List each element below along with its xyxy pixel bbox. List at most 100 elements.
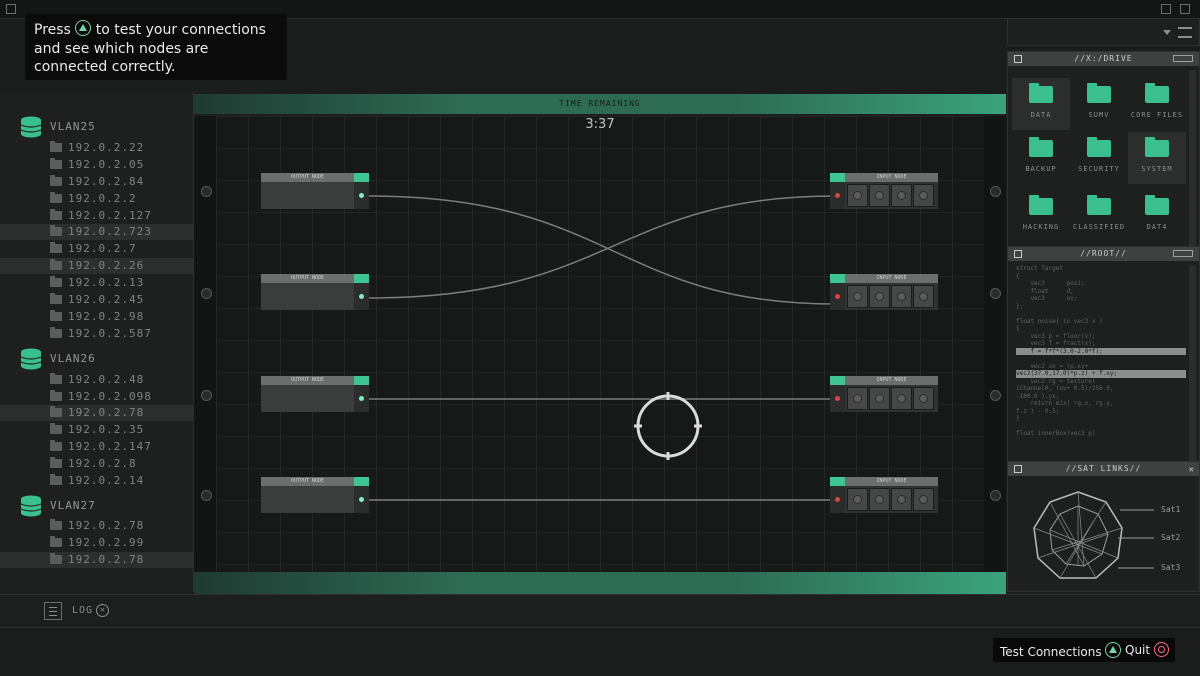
input-node[interactable]: INPUT NODE bbox=[830, 376, 938, 412]
slot bbox=[869, 184, 890, 207]
test-connections-button[interactable]: Test Connections bbox=[1000, 642, 1122, 659]
ip-item[interactable]: 192.0.2.48 bbox=[0, 372, 193, 388]
ip-item[interactable]: 192.0.2.22 bbox=[0, 140, 193, 156]
folder-backup[interactable]: BACKUP bbox=[1012, 132, 1070, 184]
ip-item[interactable]: 192.0.2.13 bbox=[0, 275, 193, 291]
node-slots bbox=[845, 486, 938, 513]
satellite-web-icon bbox=[1033, 491, 1123, 579]
folder-icon bbox=[50, 553, 62, 564]
code-view: struct Target { vec3 posi; float d; vec3… bbox=[1016, 265, 1186, 438]
connection-wires bbox=[368, 195, 837, 501]
folder-classified[interactable]: CLASSIFIED bbox=[1070, 190, 1128, 242]
input-port[interactable] bbox=[830, 385, 845, 412]
input-node[interactable]: INPUT NODE bbox=[830, 274, 938, 310]
output-port[interactable] bbox=[354, 283, 369, 310]
folder-icon bbox=[1087, 137, 1111, 157]
output-node[interactable]: OUTPUT NODE bbox=[261, 173, 369, 209]
close-icon[interactable] bbox=[1180, 4, 1190, 14]
hint-overlay: Press to test your connections and see w… bbox=[25, 14, 287, 80]
folder-hacking[interactable]: HACKING bbox=[1012, 190, 1070, 242]
quit-button[interactable]: Quit bbox=[1125, 642, 1169, 657]
output-port[interactable] bbox=[354, 486, 369, 513]
slot-dot-icon bbox=[875, 394, 884, 403]
folder-icon bbox=[50, 457, 62, 468]
slot bbox=[869, 387, 890, 410]
ip-item[interactable]: 192.0.2.587 bbox=[0, 326, 193, 342]
ip-item[interactable]: 192.0.2.098 bbox=[0, 389, 193, 405]
folder-icon bbox=[1087, 83, 1111, 103]
ip-item[interactable]: 192.0.2.26 bbox=[0, 258, 193, 274]
ip-item[interactable]: 192.0.2.05 bbox=[0, 157, 193, 173]
drive-scrollbar[interactable] bbox=[1189, 70, 1196, 254]
ip-item[interactable]: 192.0.2.2 bbox=[0, 191, 193, 207]
code-line: vec2 uv = (p.xy+ bbox=[1016, 362, 1089, 370]
ip-item[interactable]: 192.0.2.99 bbox=[0, 535, 193, 551]
folder-icon bbox=[50, 242, 62, 253]
ip-item[interactable]: 192.0.2.127 bbox=[0, 208, 193, 224]
folder-icon bbox=[50, 192, 62, 203]
code-line: f.z ) - 0.5; bbox=[1016, 407, 1060, 415]
folder-icon bbox=[50, 390, 62, 401]
panel-controls-icon[interactable] bbox=[1173, 250, 1193, 257]
input-node[interactable]: INPUT NODE bbox=[830, 173, 938, 209]
slot bbox=[891, 488, 912, 511]
code-line: } bbox=[1016, 415, 1020, 422]
output-port[interactable] bbox=[354, 385, 369, 412]
drive-panel: //X:/DRIVE DATA SUMV CORE FILES BACKUP S… bbox=[1007, 51, 1200, 259]
ip-item[interactable]: 192.0.2.147 bbox=[0, 439, 193, 455]
input-port[interactable] bbox=[830, 182, 845, 209]
port-led-icon bbox=[835, 396, 840, 401]
ip-item[interactable]: 192.0.2.14 bbox=[0, 473, 193, 489]
ip-item[interactable]: 192.0.2.84 bbox=[0, 174, 193, 190]
minimize-icon[interactable] bbox=[1161, 4, 1171, 14]
ip-item[interactable]: 192.0.2.78 bbox=[0, 518, 193, 534]
folder-security[interactable]: SECURITY bbox=[1070, 132, 1128, 184]
log-close-icon[interactable]: ✕ bbox=[96, 604, 109, 617]
input-port[interactable] bbox=[830, 283, 845, 310]
input-port[interactable] bbox=[830, 486, 845, 513]
slot-dot-icon bbox=[853, 394, 862, 403]
code-line-highlight: f = f*f*(3.0-2.0*f); bbox=[1016, 347, 1186, 355]
output-node[interactable]: OUTPUT NODE bbox=[261, 376, 369, 412]
panel-controls-icon[interactable] bbox=[1173, 55, 1193, 62]
folder-dat4[interactable]: DAT4 bbox=[1128, 190, 1186, 242]
folder-sumv[interactable]: SUMV bbox=[1070, 78, 1128, 130]
crosshair-cursor-icon[interactable] bbox=[632, 390, 704, 462]
ip-item[interactable]: 192.0.2.723 bbox=[0, 224, 193, 240]
ip-item[interactable]: 192.0.2.8 bbox=[0, 456, 193, 472]
output-node[interactable]: OUTPUT NODE bbox=[261, 477, 369, 513]
input-node[interactable]: INPUT NODE bbox=[830, 477, 938, 513]
port-led-icon bbox=[835, 497, 840, 502]
output-node[interactable]: OUTPUT NODE bbox=[261, 274, 369, 310]
ip-address: 192.0.2.098 bbox=[68, 390, 152, 403]
slot bbox=[891, 285, 912, 308]
port-led-icon bbox=[359, 294, 364, 299]
log-label[interactable]: LOG bbox=[72, 605, 93, 616]
menu-strip bbox=[1007, 18, 1200, 46]
ip-address: 192.0.2.78 bbox=[68, 553, 145, 566]
menu-icon[interactable] bbox=[1178, 27, 1192, 38]
root-scrollbar[interactable] bbox=[1189, 265, 1196, 470]
ip-item[interactable]: 192.0.2.45 bbox=[0, 292, 193, 308]
node-tab bbox=[354, 274, 369, 283]
ip-item[interactable]: 192.0.2.7 bbox=[0, 241, 193, 257]
slot-dot-icon bbox=[853, 191, 862, 200]
ip-address: 192.0.2.147 bbox=[68, 440, 152, 453]
ip-item[interactable]: 192.0.2.78 bbox=[0, 552, 193, 568]
folder-label: DAT4 bbox=[1146, 223, 1168, 231]
root-panel: //ROOT// struct Target { vec3 posi; floa… bbox=[1007, 246, 1200, 476]
folder-system[interactable]: SYSTEM bbox=[1128, 132, 1186, 184]
ip-item[interactable]: 192.0.2.78 bbox=[0, 405, 193, 421]
folder-label: DATA bbox=[1030, 111, 1052, 119]
ip-address: 192.0.2.26 bbox=[68, 259, 145, 272]
ip-item[interactable]: 192.0.2.35 bbox=[0, 422, 193, 438]
log-list-icon[interactable] bbox=[44, 602, 62, 620]
folder-core-files[interactable]: CORE FILES bbox=[1128, 78, 1186, 130]
output-port[interactable] bbox=[354, 182, 369, 209]
folder-data[interactable]: DATA bbox=[1012, 78, 1070, 130]
database-icon bbox=[20, 495, 42, 517]
ip-address: 192.0.2.98 bbox=[68, 310, 145, 323]
dropdown-icon[interactable] bbox=[1163, 30, 1171, 35]
close-icon[interactable]: ✕ bbox=[1189, 463, 1195, 477]
ip-item[interactable]: 192.0.2.98 bbox=[0, 309, 193, 325]
